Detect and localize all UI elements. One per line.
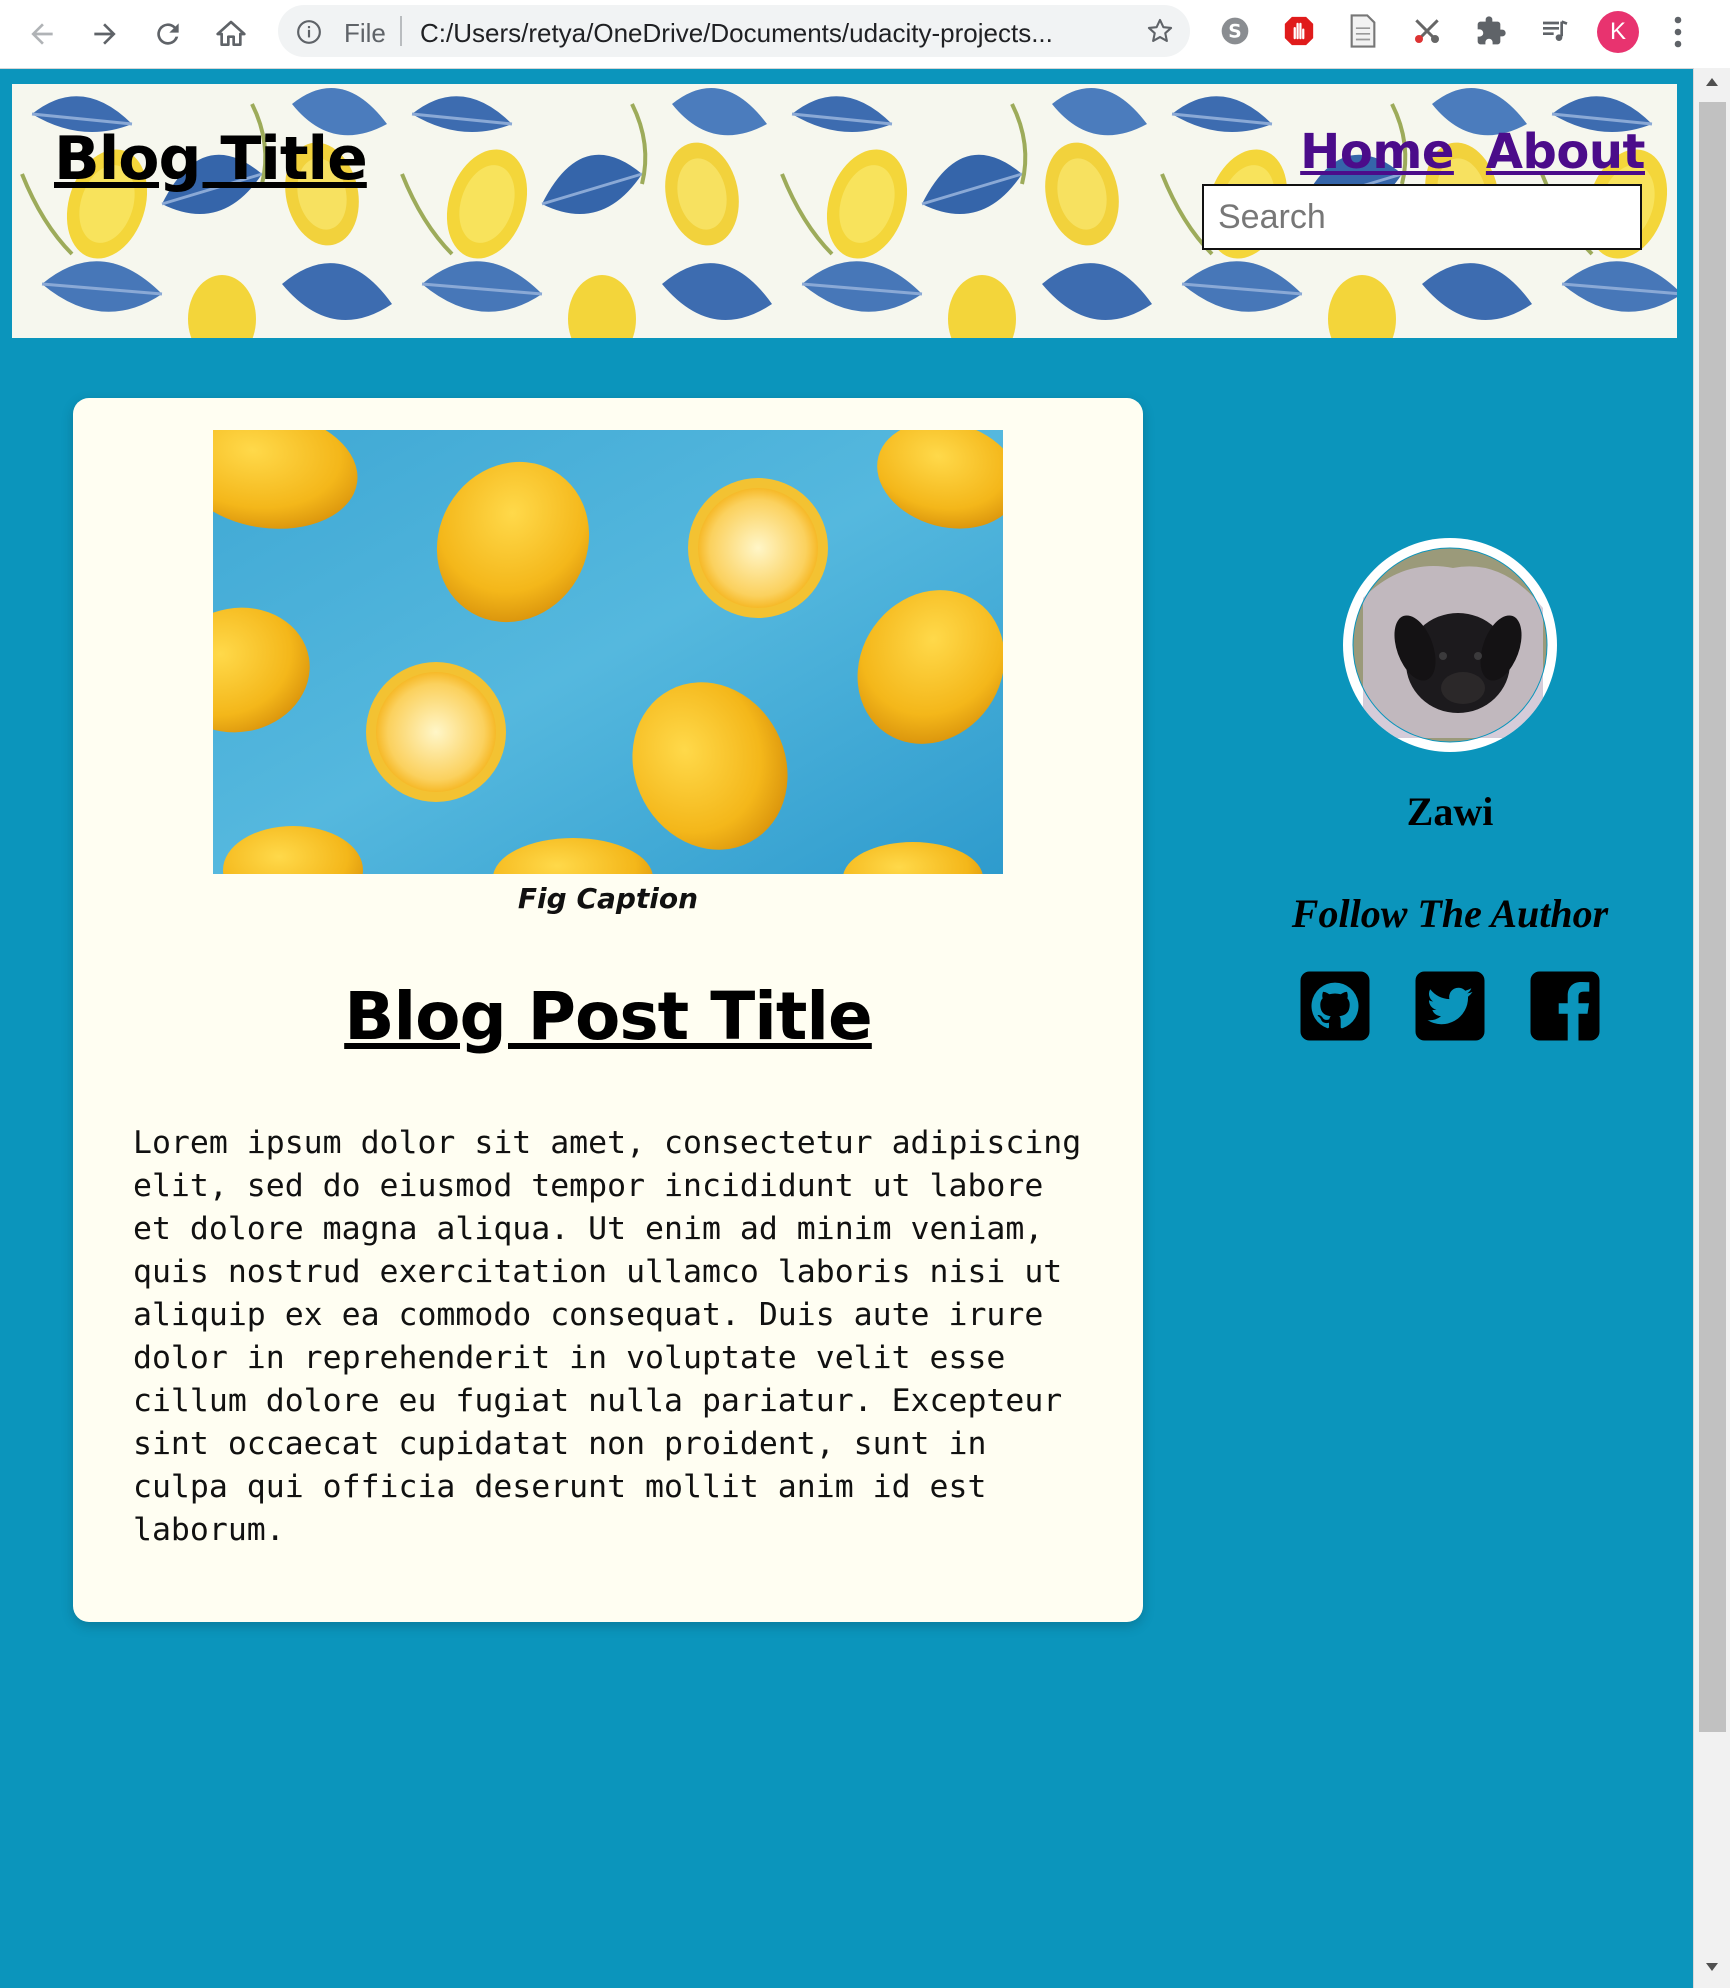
- twitter-link[interactable]: [1414, 970, 1486, 1042]
- scroll-down-arrow-icon[interactable]: [1704, 1961, 1720, 1973]
- reload-button[interactable]: [146, 12, 190, 56]
- divider: [400, 16, 402, 46]
- back-button[interactable]: [20, 12, 64, 56]
- profile-avatar[interactable]: K: [1597, 11, 1639, 53]
- nav-link-home[interactable]: Home: [1300, 124, 1454, 180]
- post-body-text: Lorem ipsum dolor sit amet, consectetur …: [133, 1125, 1082, 1548]
- scroll-up-arrow-icon[interactable]: [1704, 76, 1720, 88]
- forward-button[interactable]: [83, 12, 127, 56]
- browser-toolbar: File C:/Users/retya/OneDrive/Documents/u…: [0, 0, 1730, 69]
- main-nav: Home About: [1300, 124, 1645, 180]
- more-menu-icon[interactable]: [1672, 14, 1684, 55]
- home-icon: [216, 20, 246, 46]
- document-extension-icon[interactable]: [1345, 13, 1381, 49]
- vertical-scrollbar[interactable]: [1693, 68, 1730, 1988]
- adblock-extension-icon[interactable]: [1281, 13, 1317, 49]
- facebook-link[interactable]: [1529, 970, 1601, 1042]
- post-title[interactable]: Blog Post Title: [73, 978, 1143, 1055]
- nav-link-about[interactable]: About: [1486, 124, 1646, 180]
- author-name: Zawi: [1406, 789, 1494, 834]
- follow-the-author-heading: Follow The Author: [1291, 891, 1609, 936]
- search-input[interactable]: [1202, 184, 1642, 250]
- extensions-puzzle-icon[interactable]: [1473, 13, 1509, 49]
- github-link[interactable]: [1299, 970, 1371, 1042]
- forward-arrow-icon: [94, 23, 116, 45]
- media-queue-icon[interactable]: [1537, 13, 1573, 49]
- scissors-extension-icon[interactable]: [1409, 13, 1445, 49]
- bookmark-star-icon[interactable]: [1146, 17, 1174, 50]
- svg-text:S: S: [1228, 22, 1241, 43]
- blog-title-link[interactable]: Blog Title: [54, 124, 368, 194]
- author-avatar: [1343, 538, 1557, 752]
- figure-caption: Fig Caption: [517, 882, 699, 915]
- url-text[interactable]: C:/Users/retya/OneDrive/Documents/udacit…: [420, 18, 1053, 49]
- twitter-icon: [1415, 971, 1485, 1041]
- site-header: Blog Title Home About: [12, 84, 1677, 338]
- facebook-icon: [1530, 971, 1600, 1041]
- file-scheme-label: File: [344, 18, 386, 48]
- skype-extension-icon[interactable]: S: [1217, 13, 1253, 49]
- reload-icon: [157, 23, 179, 45]
- address-bar[interactable]: File C:/Users/retya/OneDrive/Documents/u…: [278, 5, 1190, 57]
- scrollbar-thumb[interactable]: [1699, 102, 1726, 1732]
- post-image-lemons: [213, 430, 1003, 874]
- info-icon[interactable]: [296, 19, 322, 50]
- github-icon: [1300, 971, 1370, 1041]
- blog-post-card: Fig Caption Blog Post Title Lorem ipsum …: [73, 398, 1143, 1622]
- back-arrow-icon: [31, 23, 53, 45]
- home-button[interactable]: [209, 12, 253, 56]
